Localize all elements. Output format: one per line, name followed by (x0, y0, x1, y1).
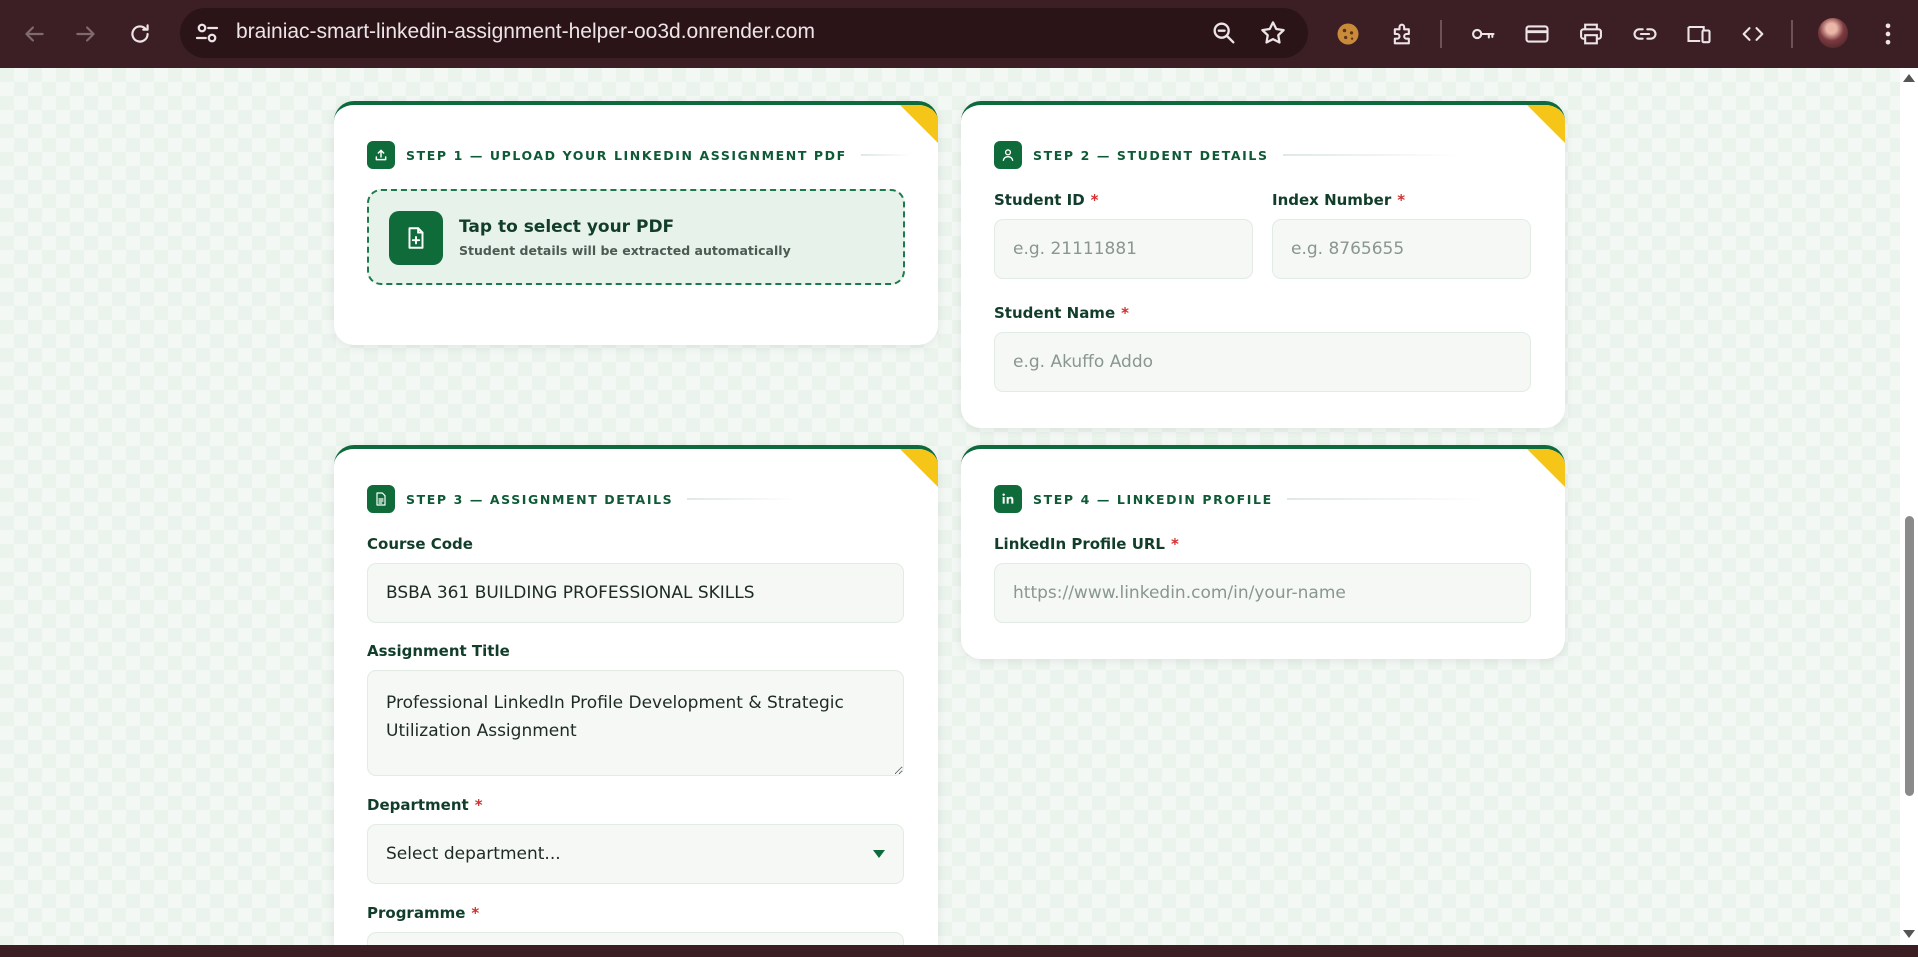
scroll-up-arrow-icon[interactable] (1903, 74, 1915, 82)
scrollbar-thumb[interactable] (1905, 516, 1914, 796)
copy-link-button[interactable] (1629, 18, 1661, 50)
bottom-bar (0, 945, 1918, 957)
file-add-icon (389, 211, 443, 265)
department-selected-value: Select department... (386, 844, 561, 864)
linkedin-icon (994, 485, 1022, 513)
forward-button[interactable] (66, 14, 106, 54)
print-button[interactable] (1575, 18, 1607, 50)
assignment-title-label: Assignment Title (367, 642, 510, 660)
programme-label: Programme * (367, 904, 480, 922)
assignment-title-textarea[interactable]: Professional LinkedIn Profile Developmen… (367, 670, 904, 776)
upload-icon (367, 141, 395, 169)
step2-card: STEP 2 — STUDENT DETAILS Student ID* Ind… (961, 101, 1565, 428)
address-bar[interactable]: brainiac-smart-linkedin-assignment-helpe… (180, 8, 1308, 58)
code-icon (1742, 27, 1764, 41)
department-label: Department * (367, 796, 483, 814)
divider-line (1282, 154, 1463, 156)
extensions-button[interactable] (1387, 18, 1419, 50)
url-text[interactable]: brainiac-smart-linkedin-assignment-helpe… (236, 20, 815, 44)
site-settings-icon[interactable] (192, 18, 222, 48)
required-mark: * (1170, 535, 1179, 553)
step1-header: STEP 1 — UPLOAD YOUR LINKEDIN ASSIGNMENT… (367, 141, 911, 169)
step2-title: STEP 2 — STUDENT DETAILS (1033, 147, 1269, 163)
divider-line (687, 498, 798, 500)
step3-title: STEP 3 — ASSIGNMENT DETAILS (406, 491, 674, 507)
student-name-label: Student Name * (994, 304, 1129, 322)
cookie-extension-button[interactable] (1332, 18, 1364, 50)
upload-title: Tap to select your PDF (459, 217, 675, 237)
step4-header: STEP 4 — LINKEDIN PROFILE (994, 485, 1487, 513)
student-id-label: Student ID * (994, 191, 1099, 209)
student-name-input[interactable] (994, 332, 1531, 392)
puzzle-icon (1393, 23, 1410, 45)
toolbar-divider (1440, 20, 1442, 48)
step4-title: STEP 4 — LINKEDIN PROFILE (1033, 491, 1273, 507)
browser-toolbar: brainiac-smart-linkedin-assignment-helpe… (0, 0, 1918, 68)
devtools-button[interactable] (1737, 18, 1769, 50)
page-content: STEP 1 — UPLOAD YOUR LINKEDIN ASSIGNMENT… (0, 68, 1900, 945)
course-code-input[interactable] (367, 563, 904, 623)
cookie-icon (1337, 23, 1359, 45)
credit-card-icon (1525, 25, 1549, 43)
programme-select[interactable] (367, 932, 904, 945)
arrow-right-icon (76, 26, 95, 42)
kebab-menu-icon (1885, 23, 1891, 45)
step1-card: STEP 1 — UPLOAD YOUR LINKEDIN ASSIGNMENT… (334, 101, 938, 345)
document-icon (367, 485, 395, 513)
reload-button[interactable] (120, 14, 160, 54)
upload-subtitle: Student details will be extracted automa… (459, 243, 791, 258)
required-mark: * (471, 904, 480, 922)
toolbar-divider (1791, 20, 1793, 48)
index-number-label: Index Number * (1272, 191, 1406, 209)
corner-ribbon (1527, 105, 1565, 143)
divider-line (860, 154, 911, 156)
passwords-button[interactable] (1467, 18, 1499, 50)
required-mark: * (1121, 304, 1129, 322)
printer-icon (1580, 23, 1602, 45)
student-id-input[interactable] (994, 219, 1253, 279)
zoom-icon[interactable] (1210, 19, 1238, 47)
page-scrollbar[interactable] (1900, 68, 1918, 945)
required-mark: * (1090, 191, 1099, 209)
pdf-upload-dropzone[interactable]: Tap to select your PDF Student details w… (367, 189, 905, 285)
arrow-left-icon (25, 26, 44, 42)
linkedin-url-label: LinkedIn Profile URL * (994, 535, 1179, 553)
linkedin-url-input[interactable] (994, 563, 1531, 623)
key-icon (1472, 28, 1495, 40)
step3-header: STEP 3 — ASSIGNMENT DETAILS (367, 485, 798, 513)
back-button[interactable] (14, 14, 54, 54)
profile-avatar[interactable] (1818, 18, 1848, 48)
user-icon (994, 141, 1022, 169)
step4-card: STEP 4 — LINKEDIN PROFILE LinkedIn Profi… (961, 445, 1565, 659)
index-number-input[interactable] (1272, 219, 1531, 279)
required-mark: * (474, 796, 483, 814)
reload-icon (131, 24, 149, 43)
required-mark: * (1397, 191, 1406, 209)
corner-ribbon (1527, 449, 1565, 487)
course-code-label: Course Code (367, 535, 473, 553)
department-select[interactable]: Select department... (367, 824, 904, 884)
divider-line (1286, 498, 1487, 500)
step1-title: STEP 1 — UPLOAD YOUR LINKEDIN ASSIGNMENT… (406, 147, 847, 163)
bookmark-star-icon[interactable] (1258, 18, 1288, 48)
step2-header: STEP 2 — STUDENT DETAILS (994, 141, 1463, 169)
corner-ribbon (900, 449, 938, 487)
payment-methods-button[interactable] (1521, 18, 1553, 50)
caret-down-icon (873, 850, 885, 858)
step3-card: STEP 3 — ASSIGNMENT DETAILS Course Code … (334, 445, 938, 945)
link-icon (1633, 28, 1657, 40)
corner-ribbon (900, 105, 938, 143)
devices-icon (1687, 25, 1711, 44)
browser-menu-button[interactable] (1872, 18, 1904, 50)
device-mode-button[interactable] (1683, 18, 1715, 50)
scroll-down-arrow-icon[interactable] (1903, 930, 1915, 938)
